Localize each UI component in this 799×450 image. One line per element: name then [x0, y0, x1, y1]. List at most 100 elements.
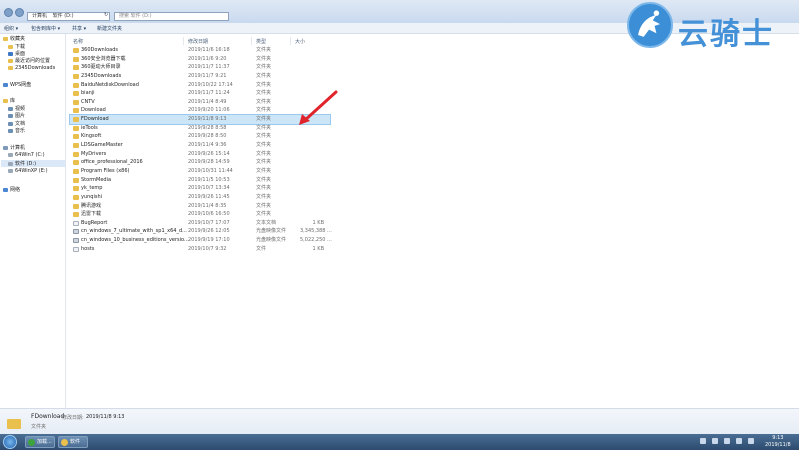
file-type: 光盘映像文件	[256, 237, 287, 244]
folder-icon	[73, 108, 79, 114]
file-row[interactable]: BaiduNetdiskDownload 2019/10/22 17:14 文件夹	[70, 81, 330, 90]
folder-icon	[7, 419, 21, 429]
folder-icon	[73, 65, 79, 71]
file-row[interactable]: StormMedia 2019/11/5 10:53 文件夹	[70, 176, 330, 185]
explorer-icon	[61, 439, 68, 446]
column-divider[interactable]	[251, 37, 252, 45]
back-button[interactable]	[4, 8, 13, 17]
file-row[interactable]: BugReport 2019/10/7 17:07 文本文档 1 KB	[70, 219, 330, 228]
nav-downloads[interactable]: 下载	[8, 43, 25, 50]
file-row[interactable]: office_professional_2016 2019/9/28 14:59 文…	[70, 158, 330, 167]
nav-computer[interactable]: 计算机	[3, 144, 25, 151]
nav-label: 桌面	[15, 51, 26, 57]
column-divider[interactable]	[290, 37, 291, 45]
file-row[interactable]: MyDrivers 2019/9/26 15:14 文件夹	[70, 150, 330, 159]
file-row[interactable]: CNTV 2019/11/4 8:49 文件夹	[70, 98, 330, 107]
folder-icon	[73, 134, 79, 140]
file-icon	[73, 220, 79, 226]
network-icon[interactable]	[724, 438, 730, 444]
file-row[interactable]: Download 2019/9/20 11:06 文件夹	[70, 106, 330, 115]
videos-icon	[8, 106, 13, 111]
file-row[interactable]: 360Downloads 2019/11/6 16:18 文件夹	[70, 46, 330, 55]
folder-icon	[73, 168, 79, 174]
file-row[interactable]: 腾讯游戏 2019/11/4 8:35 文件夹	[70, 202, 330, 211]
network-icon	[3, 187, 8, 192]
notification-icon[interactable]	[748, 438, 754, 444]
file-row[interactable]: cn_windows_7_ultimate_with_sp1_x64_d... 2…	[70, 227, 332, 236]
nav-label: 2345Downloads	[15, 65, 56, 71]
nav-favorites[interactable]: 收藏夹	[3, 35, 25, 42]
file-row[interactable]: 360安全浏览器下载 2019/11/6 9:20 文件夹	[70, 55, 330, 64]
nav-documents[interactable]: 文档	[8, 120, 25, 127]
organize-button[interactable]: 组织 ▾	[4, 25, 18, 32]
nav-recent-places[interactable]: 最近访问的位置	[8, 57, 50, 64]
file-row[interactable]: hosts 2019/10/7 9:32 文件 1 KB	[70, 245, 330, 254]
watermark-text: 云骑士	[678, 17, 774, 52]
volume-icon[interactable]	[736, 438, 742, 444]
file-type: 文件夹	[256, 176, 272, 183]
file-type: 文件夹	[256, 107, 272, 114]
address-segment-computer[interactable]: 计算机	[32, 13, 47, 19]
nav-drive-c[interactable]: 64Win7 (C:)	[8, 152, 45, 158]
annotation-arrow-icon	[299, 90, 338, 125]
nav-label: 软件 (D:)	[15, 161, 37, 167]
nav-desktop[interactable]: 桌面	[8, 50, 25, 57]
nav-videos[interactable]: 视频	[8, 105, 25, 112]
file-date: 2019/11/7 9:21	[188, 72, 227, 79]
folder-icon	[73, 117, 79, 123]
file-name: BaiduNetdiskDownload	[81, 81, 139, 88]
folder-icon	[73, 56, 79, 62]
file-date: 2019/9/26 11:45	[188, 193, 230, 200]
start-button[interactable]	[3, 435, 17, 449]
nav-pictures[interactable]: 图片	[8, 112, 25, 119]
file-row[interactable]: yunqishi 2019/9/26 11:45 文件夹	[70, 193, 330, 202]
file-row[interactable]: FDownload 2019/11/8 9:13 文件夹	[69, 114, 331, 125]
flag-icon[interactable]	[712, 438, 718, 444]
column-divider[interactable]	[183, 37, 184, 45]
nav-music[interactable]: 音乐	[8, 127, 25, 134]
nav-drive-d[interactable]: 软件 (D:)	[1, 160, 65, 167]
file-type: 文件夹	[256, 150, 272, 157]
file-date: 2019/11/6 16:18	[188, 47, 230, 53]
new-folder-button[interactable]: 新建文件夹	[97, 25, 122, 32]
nav-drive-e[interactable]: 64WinXP (E:)	[8, 168, 48, 174]
file-row[interactable]: cn_windows_10_business_editions_versio..…	[70, 236, 332, 245]
taskbar-item-loading[interactable]: 加载...	[25, 436, 55, 448]
search-input[interactable]: 搜索 软件 (D:)	[114, 12, 229, 21]
share-button[interactable]: 共享 ▾	[72, 25, 86, 32]
file-date: 2019/10/7 17:07	[188, 219, 230, 226]
nav-2345downloads[interactable]: 2345Downloads	[8, 65, 55, 71]
address-bar[interactable]: 计算机 软件 (D:)	[27, 12, 110, 21]
file-row[interactable]: ieTools 2019/9/28 8:58 文件夹	[70, 124, 330, 133]
column-header-name[interactable]: 名称	[73, 38, 83, 45]
forward-button[interactable]	[15, 8, 24, 17]
address-segment-drive[interactable]: 软件 (D:)	[53, 13, 74, 19]
system-clock[interactable]: 9:13 2019/11/8	[765, 435, 791, 449]
file-row[interactable]: bianji 2019/11/7 11:24 文件夹	[70, 89, 330, 98]
file-row[interactable]: 迅雷下载 2019/10/6 16:50 文件夹	[70, 210, 330, 219]
file-name: Download	[81, 107, 106, 114]
nav-label: 音乐	[15, 128, 26, 134]
file-date: 2019/11/4 8:49	[188, 98, 227, 105]
nav-libraries[interactable]: 库	[3, 97, 15, 104]
file-row[interactable]: yk_temp 2019/10/7 13:34 文件夹	[70, 184, 330, 193]
input-method-icon[interactable]	[700, 438, 706, 444]
column-header-size[interactable]: 大小	[295, 38, 305, 45]
include-in-library-button[interactable]: 包含到库中 ▾	[31, 25, 60, 32]
file-row[interactable]: 360驱动大师目录 2019/11/7 11:37 文件夹	[70, 63, 330, 72]
file-name: bianji	[81, 90, 95, 97]
details-date-value: 2019/11/8 9:13	[86, 414, 125, 420]
taskbar-item-explorer[interactable]: 软件	[58, 436, 88, 448]
nav-wps-cloud[interactable]: WPS网盘	[3, 81, 31, 88]
navigation-pane	[0, 34, 66, 408]
refresh-icon[interactable]: ↻	[104, 12, 108, 18]
file-date: 2019/9/28 8:58	[188, 124, 227, 131]
column-header-date[interactable]: 修改日期	[188, 38, 208, 45]
column-header-type[interactable]: 类型	[256, 38, 266, 45]
file-date: 2019/9/26 12:05	[188, 228, 230, 235]
file-row[interactable]: 2345Downloads 2019/11/7 9:21 文件夹	[70, 72, 330, 81]
file-row[interactable]: Kingsoft 2019/9/28 8:50 文件夹	[70, 132, 330, 141]
nav-network[interactable]: 网络	[3, 186, 20, 193]
file-row[interactable]: Program Files (x86) 2019/10/31 11:44 文件夹	[70, 167, 330, 176]
file-row[interactable]: LDSGameMaster 2019/11/4 9:36 文件夹	[70, 141, 330, 150]
